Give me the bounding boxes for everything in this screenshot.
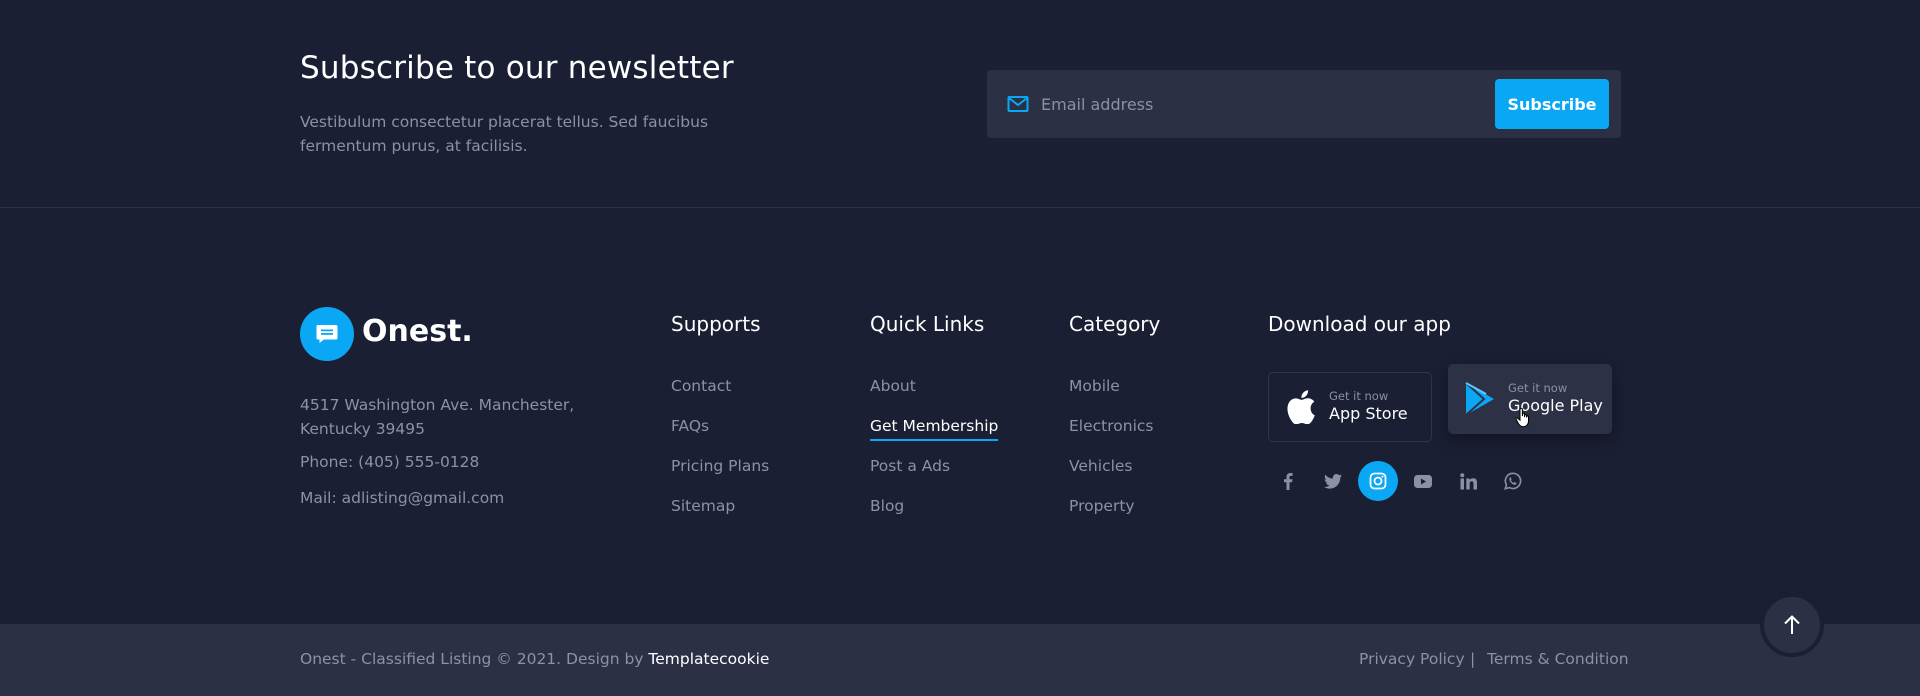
logo-badge[interactable] xyxy=(300,307,354,361)
twitter-icon[interactable] xyxy=(1313,461,1353,501)
link-contact[interactable]: Contact xyxy=(671,377,731,395)
chat-icon xyxy=(316,325,338,343)
whatsapp-icon[interactable] xyxy=(1493,461,1533,501)
link-sitemap[interactable]: Sitemap xyxy=(671,497,735,515)
back-to-top-button[interactable] xyxy=(1760,593,1824,657)
link-electronics[interactable]: Electronics xyxy=(1069,417,1153,435)
subscribe-button[interactable]: Subscribe xyxy=(1495,79,1609,129)
app-store-button[interactable]: Get it now App Store xyxy=(1268,372,1432,442)
copyright-text: Onest - Classified Listing © 2021. Desig… xyxy=(300,650,644,668)
download-title: Download our app xyxy=(1268,312,1451,336)
designer-link[interactable]: Templatecookie xyxy=(648,650,769,668)
google-play-icon xyxy=(1462,381,1498,417)
category-title: Category xyxy=(1069,312,1161,336)
bottom-bar xyxy=(0,624,1920,696)
instagram-icon[interactable] xyxy=(1358,461,1398,501)
newsletter-form: Subscribe xyxy=(987,70,1621,138)
google-play-small: Get it now xyxy=(1508,381,1568,395)
mail-icon xyxy=(1007,96,1029,112)
supports-title: Supports xyxy=(671,312,761,336)
arrow-up-icon xyxy=(1784,615,1800,634)
section-divider xyxy=(0,207,1920,208)
link-mobile[interactable]: Mobile xyxy=(1069,377,1120,395)
hand-cursor-icon xyxy=(1515,408,1529,428)
quick-links-title: Quick Links xyxy=(870,312,985,336)
newsletter-title: Subscribe to our newsletter xyxy=(300,50,734,86)
email-input[interactable] xyxy=(1041,87,1461,121)
brand-mail: Mail: adlisting@gmail.com xyxy=(300,489,505,507)
brand-name[interactable]: Onest. xyxy=(362,314,473,349)
brand-phone: Phone: (405) 555-0128 xyxy=(300,453,480,471)
privacy-policy-link[interactable]: Privacy Policy xyxy=(1359,650,1465,668)
copyright: Onest - Classified Listing © 2021. Desig… xyxy=(300,650,769,668)
link-faqs[interactable]: FAQs xyxy=(671,417,709,435)
linkedin-icon[interactable] xyxy=(1448,461,1488,501)
app-store-small: Get it now xyxy=(1329,389,1389,403)
link-get-membership[interactable]: Get Membership xyxy=(870,417,999,441)
newsletter-description: Vestibulum consectetur placerat tellus. … xyxy=(300,113,709,155)
apple-icon xyxy=(1283,389,1319,425)
link-blog[interactable]: Blog xyxy=(870,497,904,515)
link-vehicles[interactable]: Vehicles xyxy=(1069,457,1133,475)
link-post-ads[interactable]: Post a Ads xyxy=(870,457,950,475)
brand-address: 4517 Washington Ave. Manchester, Kentuck… xyxy=(300,396,575,438)
app-store-label: App Store xyxy=(1329,404,1408,423)
terms-link[interactable]: Terms & Condition xyxy=(1487,650,1629,668)
facebook-icon[interactable] xyxy=(1268,461,1308,501)
link-property[interactable]: Property xyxy=(1069,497,1135,515)
link-about[interactable]: About xyxy=(870,377,916,395)
footer-separator: | xyxy=(1470,650,1476,668)
link-pricing-plans[interactable]: Pricing Plans xyxy=(671,457,769,475)
youtube-icon[interactable] xyxy=(1403,461,1443,501)
